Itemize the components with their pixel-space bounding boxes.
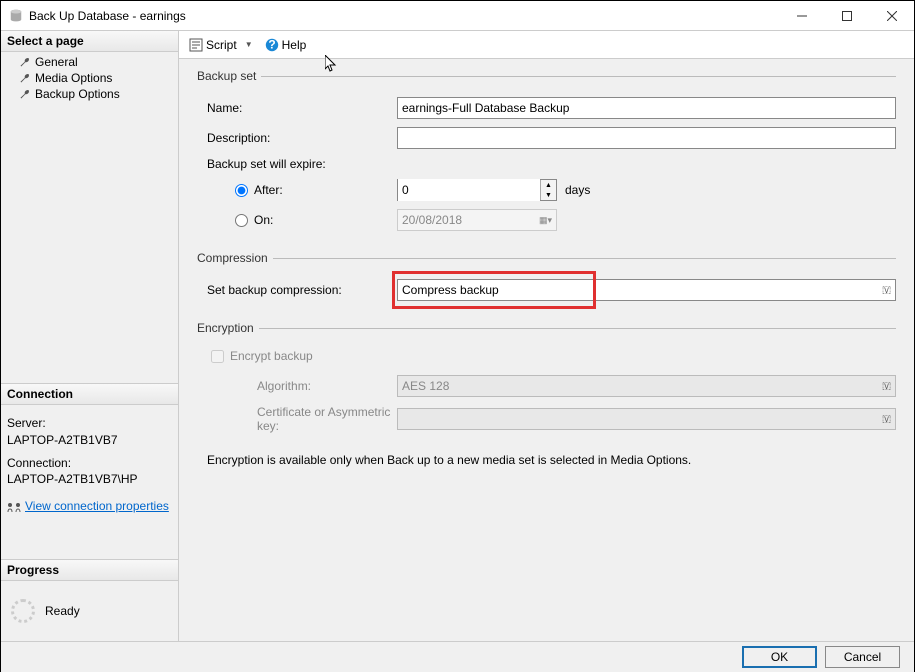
- after-days-spinner[interactable]: ▲▼: [397, 179, 557, 201]
- name-input[interactable]: [397, 97, 896, 119]
- wrench-icon: [19, 56, 31, 68]
- chevron-down-icon[interactable]: ▼: [245, 40, 253, 49]
- algorithm-value: AES 128: [402, 379, 449, 393]
- content-area: Backup set Name: Description: Backup set…: [179, 59, 914, 641]
- connection-label: Connection:: [7, 455, 172, 472]
- view-connection-properties-link[interactable]: View connection properties: [25, 498, 169, 515]
- help-button[interactable]: ? Help: [261, 36, 311, 54]
- connection-value: LAPTOP-A2TB1VB7\HP: [7, 471, 172, 488]
- connection-icon: [7, 501, 21, 513]
- backup-set-legend: Backup set: [197, 69, 261, 83]
- sidebar: Select a page General Media Options Back…: [1, 31, 179, 641]
- svg-text:?: ?: [268, 38, 275, 52]
- encryption-fieldset: Encryption Encrypt backup Algorithm: AES…: [197, 321, 896, 441]
- backup-set-fieldset: Backup set Name: Description: Backup set…: [197, 69, 896, 239]
- cert-label: Certificate or Asymmetric key:: [197, 405, 397, 433]
- dialog-footer: OK Cancel: [1, 641, 914, 672]
- on-label: On:: [254, 213, 273, 227]
- wrench-icon: [19, 72, 31, 84]
- name-label: Name:: [197, 101, 397, 115]
- nav-backup-options[interactable]: Backup Options: [1, 86, 178, 102]
- compression-fieldset: Compression Set backup compression: Comp…: [197, 251, 896, 309]
- chevron-down-icon: 🇻: [882, 285, 891, 296]
- after-radio[interactable]: [235, 184, 248, 197]
- algorithm-combo: AES 128 🇻: [397, 375, 896, 397]
- help-label: Help: [282, 38, 307, 52]
- on-radio[interactable]: [235, 214, 248, 227]
- nav-label: Media Options: [35, 71, 112, 85]
- toolbar: Script ▼ ? Help: [179, 31, 914, 59]
- maximize-button[interactable]: [824, 1, 869, 30]
- cancel-button[interactable]: Cancel: [825, 646, 900, 668]
- description-input[interactable]: [397, 127, 896, 149]
- connection-panel: Server: LAPTOP-A2TB1VB7 Connection: LAPT…: [1, 405, 178, 519]
- connection-header: Connection: [1, 383, 178, 405]
- expire-label: Backup set will expire:: [197, 157, 397, 171]
- select-page-header: Select a page: [1, 31, 178, 52]
- compression-combo[interactable]: Compress backup 🇻: [397, 279, 896, 301]
- script-icon: [189, 38, 203, 52]
- help-icon: ?: [265, 38, 279, 52]
- progress-panel: Ready: [1, 581, 178, 641]
- encrypt-label: Encrypt backup: [230, 349, 313, 363]
- server-label: Server:: [7, 415, 172, 432]
- nav-media-options[interactable]: Media Options: [1, 70, 178, 86]
- nav-label: General: [35, 55, 78, 69]
- after-days-input[interactable]: [398, 179, 540, 201]
- database-icon: [9, 9, 23, 23]
- chevron-down-icon: 🇻: [882, 381, 891, 392]
- description-label: Description:: [197, 131, 397, 145]
- progress-header: Progress: [1, 559, 178, 581]
- progress-status: Ready: [45, 604, 80, 618]
- after-label: After:: [254, 183, 283, 197]
- on-date-picker: 20/08/2018 ▦▾: [397, 209, 557, 231]
- cert-combo: 🇻: [397, 408, 896, 430]
- chevron-down-icon: 🇻: [882, 414, 891, 425]
- script-label: Script: [206, 38, 237, 52]
- nav-general[interactable]: General: [1, 54, 178, 70]
- title-bar: Back Up Database - earnings: [1, 1, 914, 31]
- spin-down-icon[interactable]: ▼: [541, 190, 556, 200]
- compression-value: Compress backup: [402, 283, 499, 297]
- algorithm-label: Algorithm:: [197, 379, 397, 393]
- encrypt-checkbox: [211, 350, 224, 363]
- encryption-note: Encryption is available only when Back u…: [197, 453, 896, 467]
- nav-label: Backup Options: [35, 87, 120, 101]
- progress-spinner-icon: [11, 599, 35, 623]
- days-label: days: [565, 183, 590, 197]
- server-value: LAPTOP-A2TB1VB7: [7, 432, 172, 449]
- on-date-value: 20/08/2018: [402, 213, 462, 227]
- close-button[interactable]: [869, 1, 914, 30]
- encryption-legend: Encryption: [197, 321, 259, 335]
- wrench-icon: [19, 88, 31, 100]
- ok-button[interactable]: OK: [742, 646, 817, 668]
- script-button[interactable]: Script: [185, 36, 241, 54]
- minimize-button[interactable]: [779, 1, 824, 30]
- compression-label: Set backup compression:: [197, 283, 397, 297]
- compression-legend: Compression: [197, 251, 273, 265]
- spin-up-icon[interactable]: ▲: [541, 180, 556, 190]
- calendar-dropdown-icon: ▦▾: [539, 215, 552, 226]
- window-title: Back Up Database - earnings: [29, 9, 779, 23]
